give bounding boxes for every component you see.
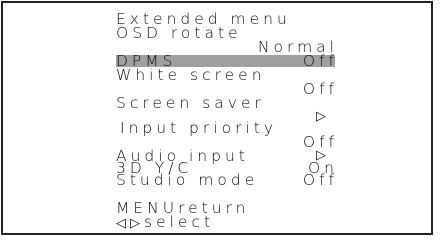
dpms-value[interactable]: Off <box>270 53 338 69</box>
white-screen-value[interactable]: Off <box>270 81 338 97</box>
select-hint-label: select <box>144 213 215 231</box>
screen-saver-submenu-arrow-icon[interactable]: ▷ <box>300 109 330 125</box>
studio-mode-value[interactable]: Off <box>270 172 338 188</box>
white-screen-label[interactable]: White screen <box>116 67 266 83</box>
input-priority-label[interactable]: Input priority <box>120 120 277 136</box>
studio-mode-label[interactable]: Studio mode <box>116 172 258 188</box>
osd-rotate-label[interactable]: OSD rotate <box>116 25 242 41</box>
left-right-arrows-icon: ◁▷ <box>116 216 144 231</box>
screen-saver-label[interactable]: Screen saver <box>116 95 265 111</box>
select-hint: ◁▷select <box>116 214 214 232</box>
